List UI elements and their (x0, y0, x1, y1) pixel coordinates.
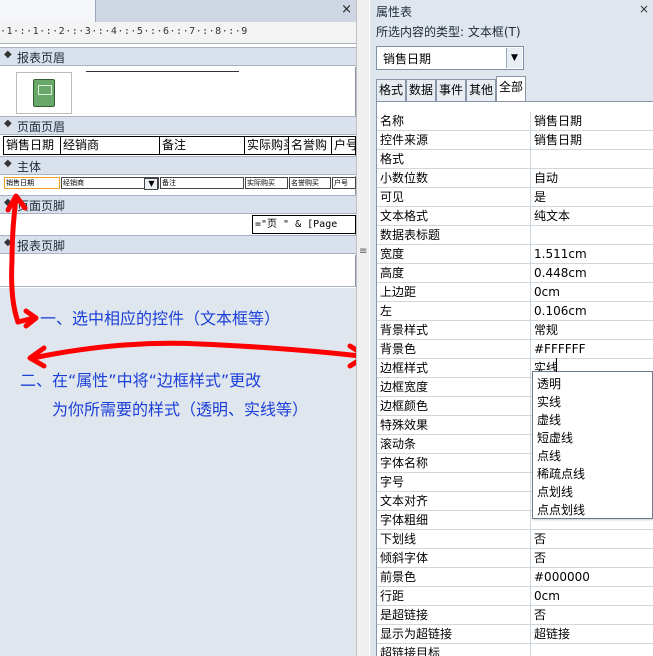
property-row[interactable]: 背景色 #FFFFFF (377, 340, 653, 359)
border-style-option[interactable]: 实线 (537, 393, 561, 410)
property-row[interactable]: 宽度 1.511cm (377, 245, 653, 264)
property-name: 数据表标题 (377, 226, 531, 245)
property-value[interactable]: 否 (532, 606, 653, 625)
vertical-splitter[interactable]: ≡ (356, 0, 369, 656)
property-row[interactable]: 显示为超链接 超链接 (377, 625, 653, 644)
annotation-step2-line2: 为你所需要的样式（透明、实线等） (52, 400, 309, 419)
property-row[interactable]: 控件来源 销售日期 (377, 131, 653, 150)
chevron-down-icon[interactable]: ▼ (506, 48, 522, 68)
border-style-option[interactable]: 点划线 (537, 483, 573, 500)
selection-type-label: 所选内容的类型: 文本框(T) (376, 25, 521, 39)
border-style-option[interactable]: 透明 (537, 375, 561, 392)
tab-format[interactable]: 格式 (376, 79, 406, 101)
property-name: 字号 (377, 473, 531, 492)
property-row[interactable]: 格式 (377, 150, 653, 169)
property-name: 背景色 (377, 340, 531, 359)
property-sheet: 属性表 × 所选内容的类型: 文本框(T) 销售日期 ▼ 格式 数据 事件 其他… (370, 0, 653, 656)
border-style-option[interactable]: 点点划线 (537, 501, 585, 518)
property-name: 控件来源 (377, 131, 531, 150)
property-value[interactable] (532, 644, 653, 656)
property-row[interactable]: 行距 0cm (377, 587, 653, 606)
property-row[interactable]: 可见是 (377, 188, 653, 207)
property-name: 背景样式 (377, 321, 531, 340)
border-style-dropdown-list[interactable]: 透明 实线 虚线 短虚线 点线 稀疏点线 点划线 点点划线 (532, 371, 653, 519)
property-sheet-title: 属性表 (376, 5, 413, 19)
property-value[interactable]: 超链接 (532, 625, 653, 644)
property-name: 超链接目标 (377, 644, 531, 656)
property-name: 小数位数 (377, 169, 531, 188)
property-row[interactable]: 文本格式 纯文本 (377, 207, 653, 226)
property-row[interactable]: 小数位数 自动 (377, 169, 653, 188)
property-name: 边框宽度 (377, 378, 531, 397)
property-value[interactable]: 0.448cm (532, 264, 653, 283)
property-name: 前景色 (377, 568, 531, 587)
property-value[interactable] (532, 226, 653, 245)
property-row[interactable]: 数据表标题 (377, 226, 653, 245)
tab-data[interactable]: 数据 (406, 79, 436, 101)
property-row[interactable]: 上边距 0cm (377, 283, 653, 302)
splitter-grip-icon: ≡ (359, 246, 368, 257)
report-design-view: × ·1·:·1·:·2·:·3·:·4·:·5·:·6·:·7·:·8·:·9… (0, 0, 356, 656)
property-name: 边框颜色 (377, 397, 531, 416)
property-name: 字体粗细 (377, 511, 531, 530)
property-name: 字体名称 (377, 454, 531, 473)
property-name: 显示为超链接 (377, 625, 531, 644)
property-value[interactable]: 否 (532, 549, 653, 568)
property-value[interactable]: 常规 (532, 321, 653, 340)
close-icon[interactable]: × (639, 2, 649, 16)
property-row[interactable]: 下划线否 (377, 530, 653, 549)
property-value[interactable]: #FFFFFF (532, 340, 653, 359)
property-value[interactable]: 销售日期 (532, 131, 653, 150)
property-value[interactable]: 纯文本 (532, 207, 653, 226)
border-style-option[interactable]: 虚线 (537, 411, 561, 428)
property-name: 名称 (377, 112, 531, 131)
property-name: 滚动条 (377, 435, 531, 454)
property-name: 左 (377, 302, 531, 321)
property-name: 文本格式 (377, 207, 531, 226)
property-value[interactable]: 0.106cm (532, 302, 653, 321)
property-row[interactable]: 是超链接否 (377, 606, 653, 625)
property-row[interactable]: 左 0.106cm (377, 302, 653, 321)
object-selector-combo[interactable]: 销售日期 ▼ (376, 46, 524, 70)
property-row[interactable]: 背景样式 常规 (377, 321, 653, 340)
property-name: 特殊效果 (377, 416, 531, 435)
tab-event[interactable]: 事件 (436, 79, 466, 101)
annotation-step2-line1: 二、在“属性”中将“边框样式”更改 (20, 371, 262, 390)
property-name: 高度 (377, 264, 531, 283)
border-style-option[interactable]: 短虚线 (537, 429, 573, 446)
property-name: 格式 (377, 150, 531, 169)
property-row[interactable]: 倾斜字体否 (377, 549, 653, 568)
property-row[interactable]: 名称 销售日期 (377, 112, 653, 131)
property-value[interactable]: 0cm (532, 587, 653, 606)
property-value[interactable]: 1.511cm (532, 245, 653, 264)
property-row[interactable]: 前景色 #000000 (377, 568, 653, 587)
property-name: 倾斜字体 (377, 549, 531, 568)
property-name: 行距 (377, 587, 531, 606)
property-row[interactable]: 超链接目标 (377, 644, 653, 656)
tab-all[interactable]: 全部 (496, 76, 526, 102)
property-name: 文本对齐 (377, 492, 531, 511)
annotation-step1: 一、选中相应的控件（文本框等） (40, 309, 281, 328)
property-value[interactable]: #000000 (532, 568, 653, 587)
property-value[interactable]: 自动 (532, 169, 653, 188)
property-name: 宽度 (377, 245, 531, 264)
property-row[interactable]: 高度 0.448cm (377, 264, 653, 283)
border-style-option[interactable]: 点线 (537, 447, 561, 464)
border-style-option[interactable]: 稀疏点线 (537, 465, 585, 482)
property-value[interactable]: 销售日期 (532, 112, 653, 131)
property-name: 上边距 (377, 283, 531, 302)
property-name: 是超链接 (377, 606, 531, 625)
tab-other[interactable]: 其他 (466, 79, 496, 101)
property-value[interactable]: 是 (532, 188, 653, 207)
property-value[interactable] (532, 150, 653, 169)
property-value[interactable]: 否 (532, 530, 653, 549)
property-name: 下划线 (377, 530, 531, 549)
property-name: 可见 (377, 188, 531, 207)
text-caret (556, 358, 557, 372)
property-name: 边框样式 (377, 359, 531, 378)
property-value[interactable]: 0cm (532, 283, 653, 302)
object-selector-value: 销售日期 (383, 52, 432, 66)
